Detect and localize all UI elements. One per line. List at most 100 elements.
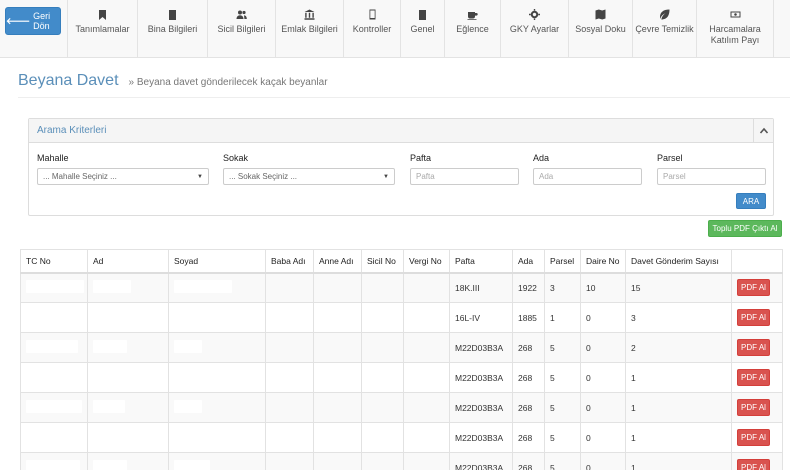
parsel-cell: 5 (544, 332, 581, 363)
pafta-placeholder: Pafta (416, 172, 435, 181)
pdf-button[interactable]: PDF Al (737, 459, 770, 470)
redacted-cell (20, 362, 88, 393)
daire-cell: 0 (580, 332, 626, 363)
action-cell: PDF Al (731, 272, 783, 303)
column-header[interactable]: Vergi No (403, 249, 450, 274)
nav-item[interactable]: Çevre Temizlik (632, 0, 696, 58)
caret-down-icon: ▼ (383, 173, 389, 180)
parsel-input[interactable]: Parsel (657, 168, 766, 185)
sokak-select[interactable]: ... Sokak Seçiniz ... ▼ (223, 168, 395, 185)
nav-item-label: GKY Ayarlar (509, 24, 560, 34)
nav-item[interactable]: Tanımlamalar (67, 0, 137, 58)
column-header[interactable]: Pafta (449, 249, 513, 274)
empty-cell (403, 452, 450, 470)
column-header[interactable]: Ada (512, 249, 545, 274)
action-cell: PDF Al (731, 452, 783, 470)
redacted-cell (87, 452, 169, 470)
nav-item[interactable]: Harcamalara Katılım Payı (696, 0, 774, 58)
pafta-cell: M22D03B3A (449, 362, 513, 393)
table-header-row: TC No Ad Soyad Baba Adı Anne Adı Sicil No Verg… (20, 249, 783, 274)
nav-item[interactable]: Emlak Bilgileri (275, 0, 343, 58)
column-header[interactable]: Sicil No (361, 249, 404, 274)
daire-cell: 0 (580, 392, 626, 423)
empty-cell (313, 272, 362, 303)
nav-item-label: Sicil Bilgileri (217, 24, 266, 34)
parsel-label: Parsel (657, 153, 683, 163)
nav-item[interactable]: Sosyal Doku (568, 0, 632, 58)
caret-down-icon: ▼ (197, 173, 203, 180)
parsel-cell: 5 (544, 452, 581, 470)
bookmark-icon (97, 8, 109, 20)
empty-cell (313, 302, 362, 333)
page-header: Beyana Davet » Beyana davet gönderilecek… (18, 72, 790, 98)
ada-cell: 268 (512, 452, 545, 470)
column-header[interactable]: Soyad (168, 249, 266, 274)
ada-placeholder: Ada (539, 172, 554, 181)
tablet-icon (366, 8, 378, 20)
pdf-button[interactable]: PDF Al (737, 429, 770, 446)
redacted-cell (87, 332, 169, 363)
daire-cell: 0 (580, 452, 626, 470)
back-button[interactable]: 🡐 Geri Dön (5, 7, 61, 35)
coffee-icon (467, 8, 479, 20)
pafta-input[interactable]: Pafta (410, 168, 519, 185)
empty-cell (361, 422, 404, 453)
nav-item-label: Sosyal Doku (575, 24, 626, 34)
collapse-button[interactable] (753, 118, 773, 143)
ada-label: Ada (533, 153, 550, 163)
column-header[interactable]: Ad (87, 249, 169, 274)
money-icon (729, 8, 741, 20)
nav-item-label: Bina Bilgileri (147, 24, 198, 34)
column-header[interactable]: Parsel (544, 249, 581, 274)
table-row: 18K.III 1922 3 10 15 PDF Al (20, 272, 783, 303)
empty-cell (361, 332, 404, 363)
search-criteria-panel: Arama Kriterleri Mahalle ... Mahalle Seç… (28, 118, 774, 216)
redacted-cell (20, 422, 88, 453)
empty-cell (313, 362, 362, 393)
nav-item[interactable]: Kontroller (343, 0, 400, 58)
redacted-cell (20, 272, 88, 303)
pdf-button[interactable]: PDF Al (737, 339, 770, 356)
redacted-cell (168, 272, 266, 303)
empty-cell (361, 272, 404, 303)
pdf-button[interactable]: PDF Al (737, 369, 770, 386)
empty-cell (361, 392, 404, 423)
daire-cell: 10 (580, 272, 626, 303)
bulk-pdf-button[interactable]: Toplu PDF Çıktı Al (708, 220, 782, 237)
nav-item[interactable]: Genel (400, 0, 444, 58)
nav-item[interactable]: Eğlence (444, 0, 500, 58)
search-button[interactable]: ARA (736, 193, 766, 209)
mahalle-select-value: ... Mahalle Seçiniz ... (43, 172, 117, 181)
table-row: 16L-IV 1885 1 0 3 PDF Al (20, 302, 783, 333)
empty-cell (403, 332, 450, 363)
ada-cell: 1922 (512, 272, 545, 303)
column-header[interactable]: Daire No (580, 249, 626, 274)
nav-item[interactable]: GKY Ayarlar (500, 0, 568, 58)
pdf-button[interactable]: PDF Al (737, 399, 770, 416)
results-table: TC No Ad Soyad Baba Adı Anne Adı Sicil No Verg… (20, 249, 783, 470)
pdf-button[interactable]: PDF Al (737, 309, 770, 326)
column-header[interactable]: Baba Adı (265, 249, 314, 274)
empty-cell (403, 362, 450, 393)
column-header[interactable]: Anne Adı (313, 249, 362, 274)
column-header[interactable]: TC No (20, 249, 88, 274)
empty-cell (265, 422, 314, 453)
table-row: M22D03B3A 268 5 0 1 PDF Al (20, 452, 783, 470)
davet-count-cell: 1 (625, 392, 732, 423)
nav-item[interactable]: Sicil Bilgileri (207, 0, 275, 58)
empty-cell (265, 362, 314, 393)
column-header[interactable]: Davet Gönderim Sayısı (625, 249, 732, 274)
page-subtitle: » Beyana davet gönderilecek kaçak beyanl… (128, 77, 328, 88)
mahalle-select[interactable]: ... Mahalle Seçiniz ... ▼ (37, 168, 209, 185)
parsel-cell: 5 (544, 392, 581, 423)
nav-item[interactable]: Bina Bilgileri (137, 0, 207, 58)
pafta-cell: M22D03B3A (449, 452, 513, 470)
pdf-button[interactable]: PDF Al (737, 279, 770, 297)
arrow-left-icon: 🡐 (6, 15, 31, 26)
column-header[interactable] (731, 249, 783, 274)
ada-input[interactable]: Ada (533, 168, 642, 185)
pafta-cell: M22D03B3A (449, 392, 513, 423)
empty-cell (403, 272, 450, 303)
empty-cell (313, 392, 362, 423)
panel-title: Arama Kriterleri (37, 125, 107, 136)
